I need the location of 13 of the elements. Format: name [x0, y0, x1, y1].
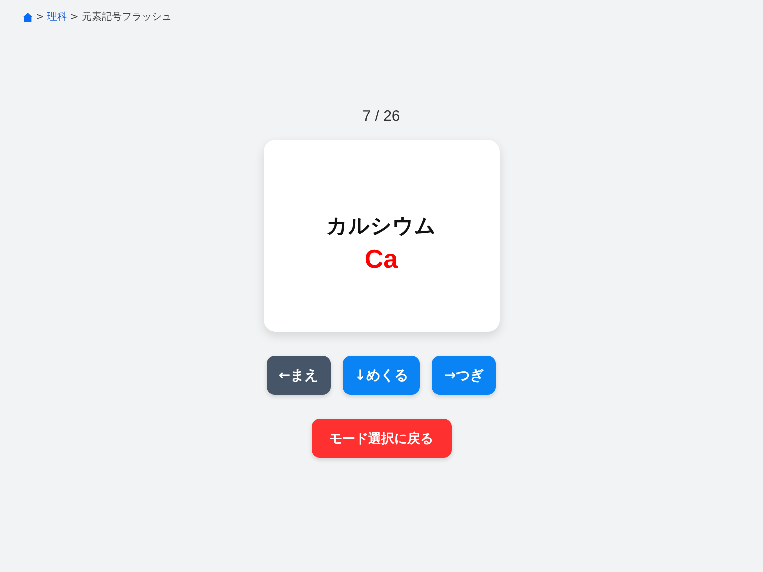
flash-card[interactable]: カルシウム Ca — [264, 140, 500, 332]
card-counter: 7 / 26 — [362, 108, 400, 127]
element-symbol: Ca — [364, 244, 398, 274]
breadcrumb-current: 元素記号フラッシュ — [82, 10, 172, 24]
back-button[interactable]: モード選択に戻る — [312, 419, 452, 458]
breadcrumb-link[interactable]: 理科 — [47, 10, 68, 24]
home-icon[interactable] — [23, 12, 33, 22]
breadcrumb-separator: > — [70, 12, 79, 22]
nav-button[interactable]: →つぎ — [432, 356, 496, 395]
breadcrumb-separator: > — [36, 12, 44, 22]
nav-button[interactable]: ←まえ — [266, 356, 331, 395]
nav-button[interactable]: ↓めくる — [342, 356, 420, 395]
element-name: カルシウム — [326, 212, 436, 240]
